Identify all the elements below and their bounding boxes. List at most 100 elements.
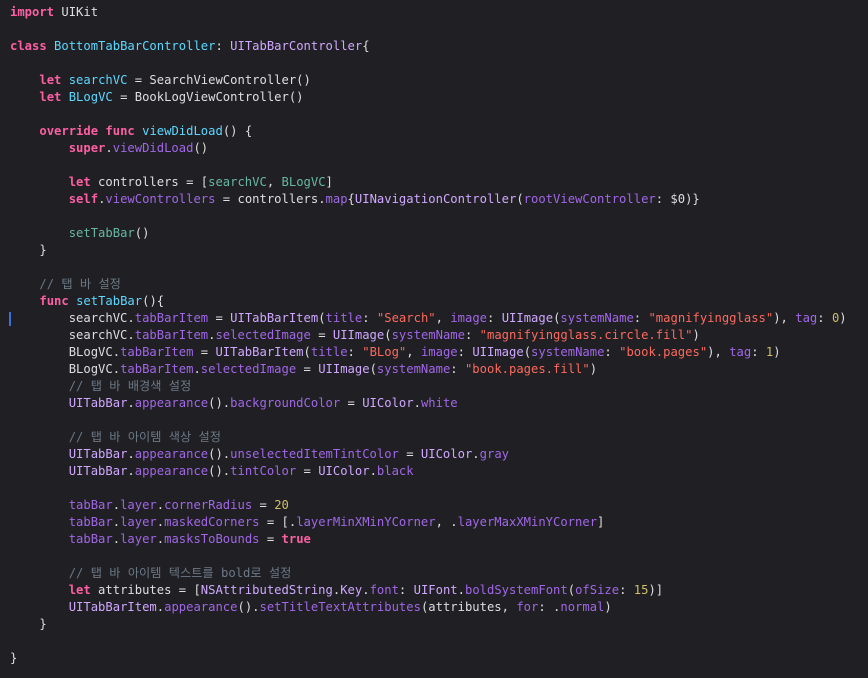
code-token: appearance bbox=[164, 600, 238, 614]
code-token: = bbox=[296, 464, 319, 478]
code-line[interactable]: UITabBar.appearance().unselectedItemTint… bbox=[10, 446, 847, 463]
code-line[interactable]: // 탭 바 아이템 텍스트를 bold로 설정 bbox=[10, 565, 847, 582]
code-line[interactable]: ​ bbox=[10, 157, 847, 174]
code-token: func bbox=[105, 124, 135, 138]
source-code[interactable]: import UIKit​class BottomTabBarControlle… bbox=[10, 4, 847, 667]
code-line[interactable]: import UIKit bbox=[10, 4, 847, 21]
code-line[interactable]: let BLogVC = BookLogViewController() bbox=[10, 89, 847, 106]
code-token: "book.pages.fill" bbox=[464, 362, 590, 376]
code-token: unselectedItemTintColor bbox=[230, 447, 399, 461]
code-line[interactable]: } bbox=[10, 650, 847, 667]
code-line[interactable]: UITabBar.appearance().tintColor = UIColo… bbox=[10, 463, 847, 480]
code-line[interactable]: ​ bbox=[10, 259, 847, 276]
code-line[interactable]: tabBar.layer.cornerRadius = 20 bbox=[10, 497, 847, 514]
code-line[interactable]: searchVC.tabBarItem.selectedImage = UIIm… bbox=[10, 327, 847, 344]
code-token: NSAttributedString bbox=[200, 583, 333, 597]
code-token: ( bbox=[523, 345, 532, 359]
code-token: tag bbox=[729, 345, 752, 359]
code-line[interactable]: let searchVC = SearchViewController() bbox=[10, 72, 847, 89]
code-line[interactable]: ​ bbox=[10, 480, 847, 497]
code-line[interactable]: ​ bbox=[10, 55, 847, 72]
code-editor[interactable]: import UIKit​class BottomTabBarControlle… bbox=[0, 0, 868, 678]
code-token: { bbox=[362, 39, 370, 53]
code-token: layer bbox=[120, 515, 157, 529]
code-line[interactable]: // 탭 바 배경색 설정 bbox=[10, 378, 847, 395]
code-token: : bbox=[398, 583, 414, 597]
code-line[interactable]: ​ bbox=[10, 106, 847, 123]
code-token: . bbox=[156, 600, 165, 614]
code-token: tintColor bbox=[230, 464, 297, 478]
code-line[interactable]: ​ bbox=[10, 548, 847, 565]
code-token: ( bbox=[567, 583, 576, 597]
code-token: } bbox=[10, 243, 47, 257]
code-line[interactable]: ​ bbox=[10, 412, 847, 429]
code-token: Key bbox=[340, 583, 363, 597]
code-line[interactable]: } bbox=[10, 616, 847, 633]
code-line[interactable]: tabBar.layer.maskedCorners = [.layerMinX… bbox=[10, 514, 847, 531]
code-token: searchVC bbox=[208, 175, 267, 189]
code-token: "magnifyingglass.circle.fill" bbox=[479, 328, 693, 342]
code-token: ] bbox=[597, 515, 605, 529]
code-line[interactable]: UITabBarItem.appearance().setTitleTextAt… bbox=[10, 599, 847, 616]
code-line[interactable]: } bbox=[10, 242, 847, 259]
code-line[interactable]: BLogVC.tabBarItem.selectedImage = UIImag… bbox=[10, 361, 847, 378]
code-token: } bbox=[10, 617, 47, 631]
code-token: for bbox=[516, 600, 539, 614]
code-line[interactable]: self.viewControllers = controllers.map{U… bbox=[10, 191, 847, 208]
code-token: // 탭 바 아이템 텍스트를 bold로 설정 bbox=[68, 566, 292, 580]
code-line[interactable]: // 탭 바 설정 bbox=[10, 276, 847, 293]
code-line[interactable]: setTabBar() bbox=[10, 225, 847, 242]
code-token: () bbox=[193, 141, 209, 155]
code-line[interactable]: ​ bbox=[10, 208, 847, 225]
code-token: : bbox=[464, 328, 480, 342]
code-token: = bbox=[259, 532, 282, 546]
code-token: UIColor bbox=[362, 396, 414, 410]
code-line[interactable]: ​ bbox=[10, 21, 847, 38]
code-token: backgroundColor bbox=[230, 396, 341, 410]
code-token: systemName bbox=[560, 311, 634, 325]
code-token: ) bbox=[773, 345, 781, 359]
code-token: . bbox=[112, 532, 121, 546]
code-token: font bbox=[369, 583, 399, 597]
code-line[interactable]: super.viewDidLoad() bbox=[10, 140, 847, 157]
code-line[interactable]: override func viewDidLoad() { bbox=[10, 123, 847, 140]
code-token: : bbox=[633, 311, 649, 325]
code-line[interactable]: class BottomTabBarController: UITabBarCo… bbox=[10, 38, 847, 55]
code-line[interactable]: func setTabBar(){ bbox=[10, 293, 847, 310]
code-token: (){ bbox=[142, 294, 165, 308]
code-token: systemName bbox=[531, 345, 605, 359]
code-token: override bbox=[39, 124, 99, 138]
code-token: normal bbox=[560, 600, 605, 614]
code-line[interactable]: let controllers = [searchVC, BLogVC] bbox=[10, 174, 847, 191]
code-token: . bbox=[112, 498, 121, 512]
code-token: : bbox=[487, 311, 502, 325]
code-token: () { bbox=[222, 124, 253, 138]
code-token: (). bbox=[237, 600, 260, 614]
code-line[interactable]: // 탭 바 아이템 색상 설정 bbox=[10, 429, 847, 446]
code-token: : bbox=[604, 345, 620, 359]
code-line[interactable]: let attributes = [NSAttributedString.Key… bbox=[10, 582, 847, 599]
code-token: title bbox=[310, 345, 348, 359]
code-token: tabBar bbox=[68, 515, 113, 529]
code-token: . bbox=[127, 396, 135, 410]
code-line[interactable]: BLogVC.tabBarItem = UITabBarItem(title: … bbox=[10, 344, 847, 361]
code-line[interactable]: ​ bbox=[10, 633, 847, 650]
code-token: tag bbox=[795, 311, 818, 325]
code-line[interactable]: UITabBar.appearance().backgroundColor = … bbox=[10, 395, 847, 412]
code-token: ] bbox=[325, 175, 333, 189]
code-token: true bbox=[281, 532, 311, 546]
code-token: super bbox=[68, 141, 106, 155]
code-line[interactable]: searchVC.tabBarItem = UITabBarItem(title… bbox=[10, 310, 847, 327]
code-line[interactable]: tabBar.layer.masksToBounds = true bbox=[10, 531, 847, 548]
code-token: (attributes, bbox=[420, 600, 517, 614]
